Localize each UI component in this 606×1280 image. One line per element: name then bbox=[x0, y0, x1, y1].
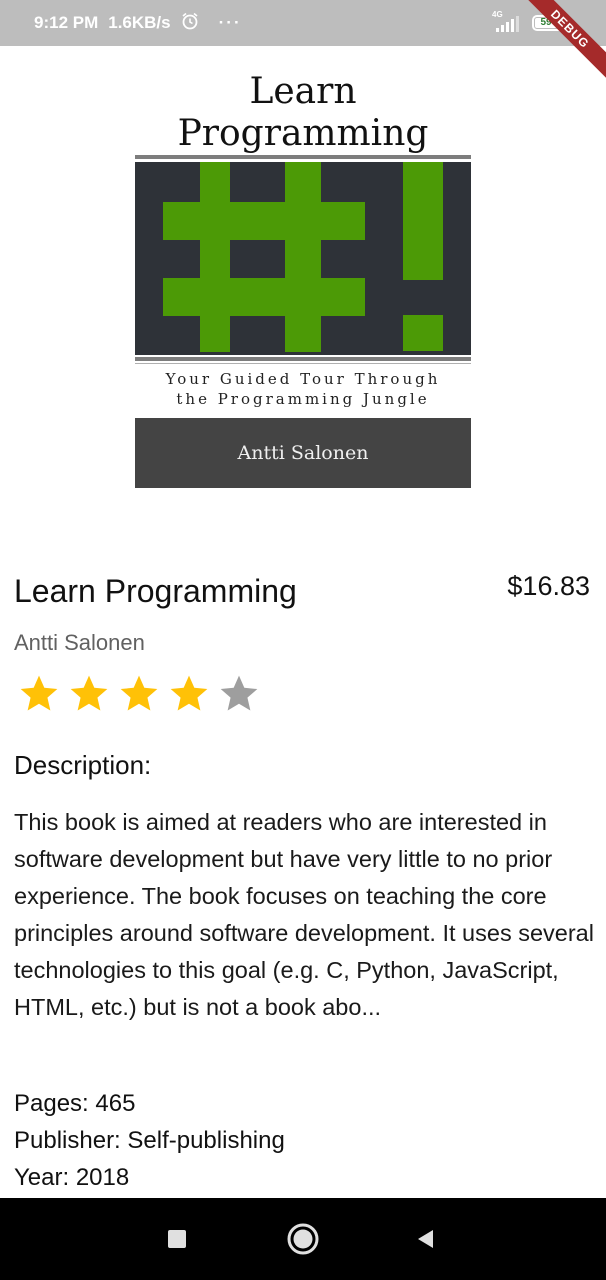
triangle-back-icon bbox=[418, 1230, 433, 1248]
star-filled-icon bbox=[120, 675, 158, 711]
cover-divider-bottom bbox=[135, 357, 471, 361]
book-title: Learn Programming bbox=[14, 573, 297, 609]
cover-subtitle-line1: Your Guided Tour Through bbox=[165, 370, 441, 388]
hash-bang-art: #! bbox=[163, 162, 443, 352]
description-text: This book is aimed at readers who are in… bbox=[14, 809, 594, 1020]
book-price: $16.83 bbox=[507, 571, 590, 601]
cover-subtitle-line2: the Programming Jungle bbox=[176, 390, 430, 408]
status-time: 9:12 PM bbox=[34, 13, 99, 32]
description-heading: Description: bbox=[14, 750, 152, 780]
more-notifications-icon: ··· bbox=[218, 13, 242, 32]
status-bar: 9:12 PM 1.6KB/s ··· 4G 59 DEBUG bbox=[0, 0, 606, 85]
year-info: Year: 2018 bbox=[14, 1164, 130, 1191]
book-cover-image: Learn Programming #! Your Guided Tour Th… bbox=[135, 65, 471, 488]
cover-title-line2: Programming bbox=[177, 113, 429, 154]
pages-info: Pages: 465 bbox=[14, 1090, 136, 1117]
star-filled-icon bbox=[170, 675, 208, 711]
status-left: 9:12 PM 1.6KB/s ··· bbox=[34, 0, 242, 46]
cover-divider-top bbox=[135, 155, 471, 159]
system-nav-bar bbox=[0, 1198, 606, 1280]
recents-button[interactable] bbox=[147, 1198, 207, 1280]
star-filled-icon bbox=[20, 675, 58, 711]
publisher-info: Publisher: Self-publishing bbox=[14, 1127, 285, 1154]
cover-author: Antti Salonen bbox=[135, 418, 471, 488]
cover-title-line1: Learn bbox=[249, 71, 357, 112]
circle-home-icon bbox=[287, 1223, 319, 1255]
star-rating bbox=[16, 672, 262, 716]
star-empty-icon bbox=[220, 675, 258, 711]
cover-divider-thin bbox=[135, 363, 471, 364]
back-button[interactable] bbox=[396, 1198, 456, 1280]
cover-art: #! bbox=[135, 162, 471, 355]
square-recents-icon bbox=[168, 1230, 186, 1248]
book-author: Antti Salonen bbox=[14, 630, 145, 655]
star-filled-icon bbox=[70, 675, 108, 711]
network-speed: 1.6KB/s bbox=[108, 13, 171, 32]
alarm-clock-icon bbox=[181, 12, 199, 35]
signal-icon: 4G bbox=[492, 10, 524, 34]
home-button[interactable] bbox=[273, 1198, 333, 1280]
